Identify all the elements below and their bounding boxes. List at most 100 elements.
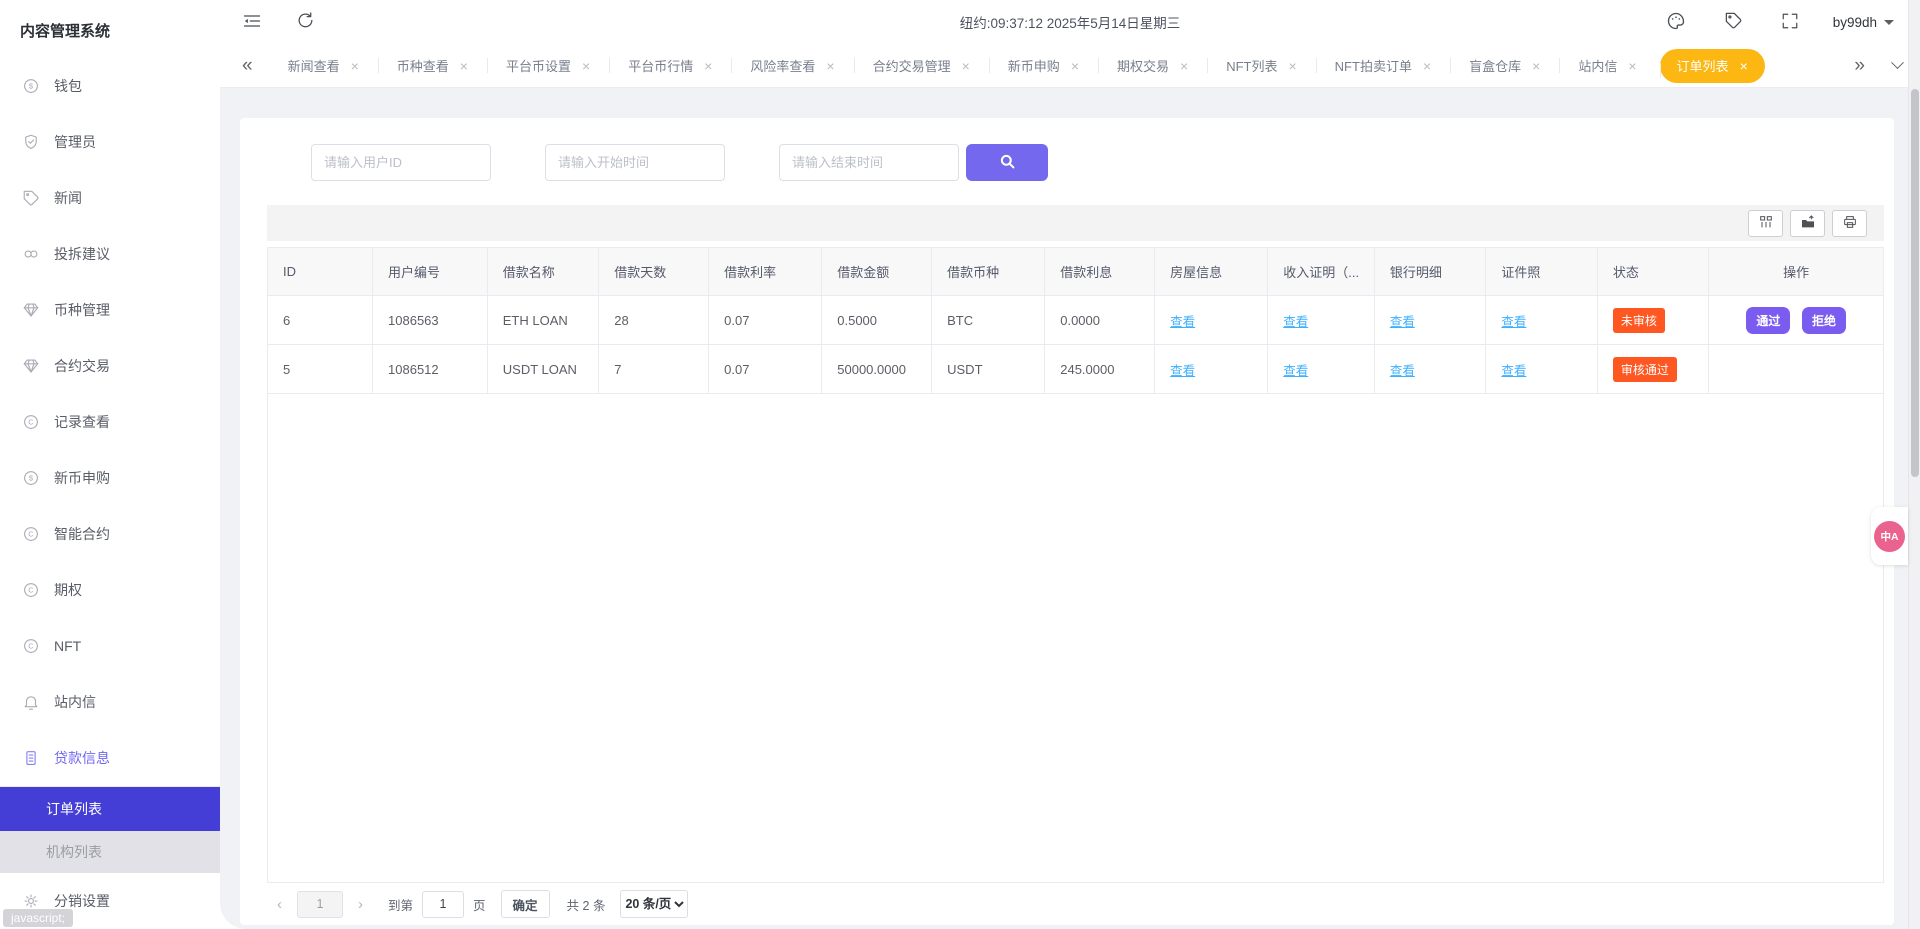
sidebar-item-records[interactable]: C 记录查看 [0,394,220,450]
sidebar-item-label: 新闻 [54,188,82,208]
prev-page-button[interactable]: ‹ [271,896,288,913]
svg-text:C: C [28,418,34,427]
close-icon[interactable]: × [351,59,359,73]
close-icon[interactable]: × [1532,59,1540,73]
tab-platform-coin-settings[interactable]: 平台币设置× [487,44,609,88]
sidebar-item-currency-mgmt[interactable]: 币种管理 [0,282,220,338]
main-area: 纽约:09:37:12 2025年5月14日星期三 by99dh « [220,0,1920,929]
tab-options-trade[interactable]: 期权交易× [1098,44,1207,88]
close-icon[interactable]: × [1740,59,1748,73]
translate-icon: 中A [1874,521,1905,552]
view-income-proof-link[interactable]: 查看 [1283,315,1308,329]
sidebar-item-loan-info[interactable]: 贷款信息 [0,730,220,786]
view-id-photo-link[interactable]: 查看 [1501,315,1526,329]
tab-order-list[interactable]: 订单列表× [1660,49,1765,83]
close-icon[interactable]: × [460,59,468,73]
pagination: ‹ 1 › 到第 页 确定 共 2 条 20 条/页 [267,883,1884,925]
dollar-circle-icon: $ [22,469,40,487]
tabs-scroll-right-button[interactable]: » [1848,54,1871,77]
sidebar-item-smart-contract[interactable]: C 智能合约 [0,506,220,562]
loan-info-submenu: 订单列表 机构列表 [0,786,220,873]
goto-confirm-button[interactable]: 确定 [501,890,550,918]
cell-loan-rate: 0.07 [709,296,822,345]
sidebar-item-admin[interactable]: 管理员 [0,114,220,170]
tab-blind-box-warehouse[interactable]: 盲盒仓库× [1450,44,1559,88]
tabs-menu-chevron-icon[interactable] [1891,56,1904,69]
sidebar-item-messages[interactable]: 站内信 [0,674,220,730]
close-icon[interactable]: × [1423,59,1431,73]
status-badge: 审核通过 [1613,357,1677,382]
tabs-scroll-left-button[interactable]: « [236,54,259,77]
bell-icon [22,693,40,711]
tab-risk-rate-view[interactable]: 风险率查看× [731,44,853,88]
sidebar-item-feedback[interactable]: 投拆建议 [0,226,220,282]
col-header-loan-amount: 借款金额 [822,248,932,296]
tab-currency-view[interactable]: 币种查看× [378,44,487,88]
view-house-info-link[interactable]: 查看 [1170,315,1195,329]
tab-nft-auction-orders[interactable]: NFT拍卖订单× [1316,44,1450,88]
close-icon[interactable]: × [1288,59,1296,73]
close-icon[interactable]: × [1071,59,1079,73]
topbar-right: by99dh [1662,7,1894,38]
sidebar-item-label: 管理员 [54,132,96,152]
search-button[interactable] [966,144,1048,181]
tab-contract-trade-mgmt[interactable]: 合约交易管理× [854,44,989,88]
vertical-scrollbar[interactable] [1908,0,1920,929]
fullscreen-button[interactable] [1777,8,1803,37]
collapse-sidebar-button[interactable] [238,7,266,38]
approve-button[interactable]: 通过 [1746,307,1790,334]
goto-page-input[interactable] [422,891,464,918]
tags-button[interactable] [1720,7,1747,37]
user-id-input[interactable] [311,144,491,181]
close-icon[interactable]: × [704,59,712,73]
tab-nft-list[interactable]: NFT列表× [1207,44,1315,88]
end-time-input[interactable] [779,144,959,181]
tab-news-view[interactable]: 新闻查看× [269,44,378,88]
coin-icon: C [22,581,40,599]
col-header-loan-currency: 借款币种 [932,248,1045,296]
refresh-button[interactable] [292,7,319,37]
view-income-proof-link[interactable]: 查看 [1283,364,1308,378]
user-menu[interactable]: by99dh [1833,15,1894,30]
sidebar-item-new-coin[interactable]: $ 新币申购 [0,450,220,506]
sidebar-item-label: 期权 [54,580,82,600]
page-size-select[interactable]: 20 条/页 [620,890,688,918]
cell-loan-days: 7 [599,345,709,394]
sidebar-item-wallet[interactable]: $ 钱包 [0,58,220,114]
cell-loan-currency: BTC [932,296,1045,345]
table-header: ID 用户编号 借款名称 借款天数 借款利率 借款金额 借款币种 借款利息 房屋… [268,248,1884,296]
submenu-item-order-list[interactable]: 订单列表 [0,787,220,831]
scrollbar-thumb[interactable] [1911,89,1919,477]
view-id-photo-link[interactable]: 查看 [1501,364,1526,378]
close-icon[interactable]: × [582,59,590,73]
reject-button[interactable]: 拒绝 [1802,307,1846,334]
close-icon[interactable]: × [1628,59,1636,73]
export-button[interactable] [1790,210,1825,237]
close-icon[interactable]: × [1180,59,1188,73]
print-button[interactable] [1832,210,1867,237]
sidebar-item-contract-trade[interactable]: 合约交易 [0,338,220,394]
start-time-input[interactable] [545,144,725,181]
search-icon [998,152,1017,174]
view-house-info-link[interactable]: 查看 [1170,364,1195,378]
close-icon[interactable]: × [826,59,834,73]
col-header-income-proof: 收入证明（... [1268,248,1375,296]
col-header-loan-name: 借款名称 [487,248,599,296]
sidebar-item-news[interactable]: 新闻 [0,170,220,226]
translate-widget[interactable]: 中A [1871,507,1908,565]
svg-text:C: C [28,586,34,595]
columns-toggle-button[interactable] [1748,210,1783,237]
tab-platform-coin-quotes[interactable]: 平台币行情× [609,44,731,88]
view-bank-detail-link[interactable]: 查看 [1390,364,1415,378]
close-icon[interactable]: × [962,59,970,73]
theme-button[interactable] [1662,7,1690,38]
tab-site-messages[interactable]: 站内信× [1559,44,1655,88]
submenu-item-institution-list[interactable]: 机构列表 [0,831,220,873]
sidebar-item-nft[interactable]: C NFT [0,618,220,674]
tab-new-coin-subscribe[interactable]: 新币申购× [989,44,1098,88]
sidebar-item-options[interactable]: C 期权 [0,562,220,618]
col-header-actions: 操作 [1709,248,1884,296]
view-bank-detail-link[interactable]: 查看 [1390,315,1415,329]
current-page-button[interactable]: 1 [297,891,343,918]
next-page-button[interactable]: › [352,896,369,913]
